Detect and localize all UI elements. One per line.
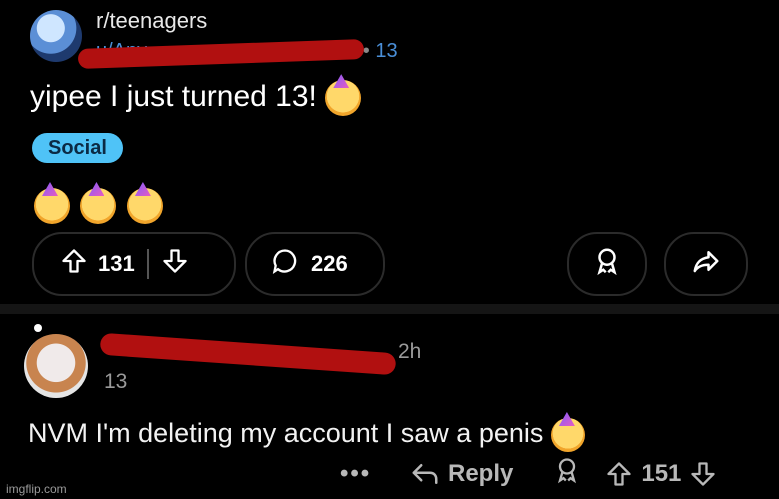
comment-vote-bar: 151 xyxy=(605,460,717,488)
comment-time: 2h xyxy=(398,340,422,363)
commenter-avatar[interactable] xyxy=(24,334,88,398)
award-button[interactable] xyxy=(567,232,647,296)
post-vote-count: 131 xyxy=(98,251,135,276)
vote-divider xyxy=(146,249,149,279)
party-face-emoji-icon xyxy=(34,188,70,224)
post-vote-bar: 131 xyxy=(32,232,236,296)
reply-label: Reply xyxy=(448,459,514,487)
reply-arrow-icon xyxy=(412,463,438,484)
comment-bubble-icon xyxy=(271,247,299,281)
comment-award-button[interactable] xyxy=(553,456,581,491)
reply-button[interactable]: Reply xyxy=(410,460,513,488)
upvote-arrow-icon[interactable] xyxy=(605,460,633,488)
comment-text: NVM I'm deleting my account I saw a peni… xyxy=(28,418,585,452)
watermark: imgflip.com xyxy=(6,482,67,496)
section-divider xyxy=(0,304,779,314)
redaction-scribble xyxy=(99,332,397,376)
comment-count: 226 xyxy=(311,251,348,276)
share-button[interactable] xyxy=(664,232,748,296)
post-body xyxy=(34,188,169,224)
post-title[interactable]: yipee I just turned 13! xyxy=(30,80,362,117)
online-indicator xyxy=(34,324,42,332)
party-face-emoji-icon xyxy=(325,80,362,117)
subreddit-name[interactable]: r/teenagers xyxy=(96,8,207,34)
party-face-emoji-icon xyxy=(126,188,163,224)
downvote-arrow-icon[interactable] xyxy=(689,460,717,488)
comment-actions: ••• Reply 151 xyxy=(340,456,717,491)
post-flair[interactable]: Social xyxy=(32,133,123,163)
party-face-emoji-icon xyxy=(80,188,117,224)
award-icon xyxy=(592,246,622,282)
share-arrow-icon xyxy=(691,246,721,282)
downvote-arrow-icon[interactable] xyxy=(161,247,189,281)
post-title-text: yipee I just turned 13! xyxy=(30,80,317,113)
comment-vote-count: 151 xyxy=(641,459,682,487)
commenter-score: 13 xyxy=(104,370,128,393)
comment-body: NVM I'm deleting my account I saw a peni… xyxy=(28,418,544,449)
award-icon xyxy=(558,458,577,484)
more-options-button[interactable]: ••• xyxy=(340,460,380,488)
author-score: 13 xyxy=(375,40,398,62)
upvote-arrow-icon[interactable] xyxy=(60,247,88,281)
subreddit-avatar[interactable] xyxy=(30,10,82,62)
comments-button[interactable]: 226 xyxy=(245,232,385,296)
crying-face-emoji-icon xyxy=(550,418,585,452)
